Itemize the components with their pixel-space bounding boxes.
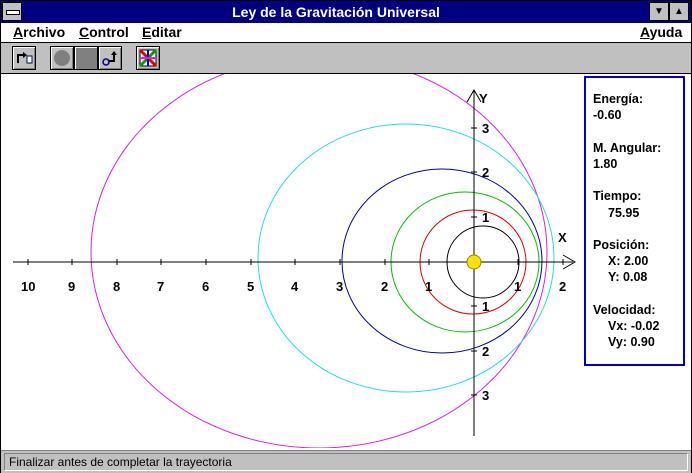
menu-control[interactable]: Control xyxy=(79,24,129,40)
x-tick-label: 6 xyxy=(202,279,209,294)
title-bar[interactable]: Ley de la Gravitación Universal ▼ ▲ xyxy=(1,1,691,23)
step-button[interactable] xyxy=(98,46,122,70)
window-title: Ley de la Gravitación Universal xyxy=(232,4,440,20)
info-panel: Energía: -0.60 M. Angular: 1.80 Tiempo: … xyxy=(584,76,685,366)
status-bar: Finalizar antes de completar la trayecto… xyxy=(1,450,691,473)
y-tick-label: 2 xyxy=(482,344,489,359)
x-tick-label: 8 xyxy=(113,279,120,294)
menu-archivo-accel: A xyxy=(13,24,24,40)
posicion-x: X: 2.00 xyxy=(608,254,649,268)
x-tick-label: 2 xyxy=(559,279,566,294)
tiempo-value: 75.95 xyxy=(608,206,640,220)
y-tick-label: 1 xyxy=(482,299,489,314)
angular-value: 1.80 xyxy=(593,157,618,171)
colors-button[interactable] xyxy=(136,46,160,70)
y-tick-label: 2 xyxy=(482,165,489,180)
velocidad-label: Velocidad: xyxy=(593,303,656,317)
x-tick-label: 9 xyxy=(68,279,75,294)
menu-editar-label: ditar xyxy=(151,24,182,40)
step-icon xyxy=(102,51,117,66)
y-axis-label: Y xyxy=(479,91,488,106)
maximize-icon: ▲ xyxy=(674,6,684,17)
x-tick-label: 10 xyxy=(21,279,35,294)
stop-button[interactable] xyxy=(74,46,98,70)
status-text: Finalizar antes de completar la trayecto… xyxy=(9,455,232,469)
toolbar xyxy=(1,43,691,74)
y-tick-label: 1 xyxy=(482,210,489,225)
velocidad-vy: Vy: 0.90 xyxy=(608,335,655,349)
stop-icon xyxy=(75,47,97,69)
colors-icon xyxy=(138,48,158,68)
posicion-y: Y: 0.08 xyxy=(608,270,648,284)
x-tick-label: 2 xyxy=(381,279,388,294)
system-menu-icon xyxy=(6,10,20,15)
menu-editar[interactable]: Editar xyxy=(142,24,182,40)
minimize-button[interactable]: ▼ xyxy=(649,2,669,21)
x-tick-label: 1 xyxy=(425,279,432,294)
menu-ayuda[interactable]: Ayuda xyxy=(640,24,682,40)
tiempo-label: Tiempo: xyxy=(593,189,642,203)
menu-editar-accel: E xyxy=(142,24,152,40)
minimize-icon: ▼ xyxy=(654,6,664,17)
energia-label: Energía: xyxy=(593,92,644,106)
new-orbit-icon xyxy=(17,52,33,64)
posicion-label: Posición: xyxy=(593,238,650,252)
system-menu-button[interactable] xyxy=(2,2,22,21)
menu-bar: Archivo Control Editar Ayuda xyxy=(1,23,691,43)
x-tick-label: 1 xyxy=(514,279,521,294)
menu-ayuda-label: yuda xyxy=(649,24,683,40)
menu-archivo-label: rchivo xyxy=(23,24,66,40)
velocidad-vx: Vx: -0.02 xyxy=(608,319,660,333)
x-tick-label: 4 xyxy=(291,279,299,294)
menu-ayuda-accel: A xyxy=(640,24,650,40)
maximize-button[interactable]: ▲ xyxy=(669,2,689,21)
menu-control-label: ontrol xyxy=(89,24,129,40)
x-tick-label: 5 xyxy=(247,279,254,294)
menu-control-accel: C xyxy=(79,24,90,40)
orbit-blue xyxy=(341,168,543,354)
y-tick-label: 3 xyxy=(482,121,489,136)
app-window: Ley de la Gravitación Universal ▼ ▲ Arch… xyxy=(0,0,692,473)
y-tick-label: 3 xyxy=(482,388,489,403)
start-icon xyxy=(54,50,70,66)
start-button[interactable] xyxy=(50,46,74,70)
x-tick-label: 7 xyxy=(157,279,164,294)
new-orbit-button[interactable] xyxy=(12,46,36,70)
angular-label: M. Angular: xyxy=(593,141,662,155)
menu-archivo[interactable]: Archivo xyxy=(13,24,65,40)
energia-value: -0.60 xyxy=(593,108,622,122)
sun-marker xyxy=(466,254,482,270)
orbit-cyan xyxy=(257,123,555,393)
orbit-plot[interactable]: Y X 10 9 8 7 6 5 4 3 2 1 1 2 3 2 1 1 2 3… xyxy=(1,55,691,449)
x-axis-label: X xyxy=(558,230,567,245)
x-tick-label: 3 xyxy=(336,279,343,294)
